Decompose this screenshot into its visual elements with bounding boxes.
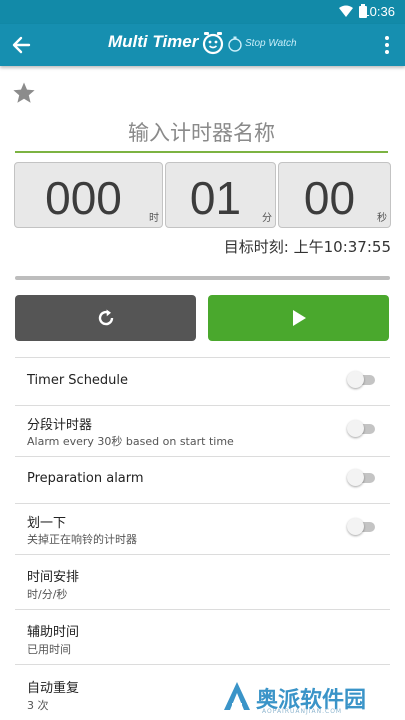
divider [15,609,390,610]
start-button[interactable] [208,295,389,341]
refresh-icon [98,309,113,326]
setting-aux-time-subtitle: 已用时间 [27,643,71,656]
seconds-value: 00 [303,172,356,224]
app-bar: Multi Timer Stop Watch [0,24,405,66]
target-time: 目标时刻: 上午10:37:55 [223,238,391,256]
divider [15,357,390,358]
divider [15,554,390,555]
hours-value: 000 [45,172,122,224]
status-bar: 10:36 [0,0,405,24]
watermark-logo-icon [224,682,250,710]
divider [15,503,390,504]
app-title: Multi Timer [108,32,199,51]
minutes-unit: 分 [262,213,272,224]
setting-swipe-subtitle: 关掉正在响铃的计时器 [27,533,137,546]
status-time: 10:36 [362,4,395,19]
setting-time-arrangement-subtitle: 时/分/秒 [27,588,68,601]
star-icon[interactable] [12,81,36,105]
setting-interval-timer-title: 分段计时器 [27,418,93,433]
swipe-toggle[interactable] [347,517,375,537]
seconds-unit: 秒 [377,213,387,224]
divider [15,456,390,457]
play-icon [292,310,306,326]
hours-display[interactable]: 000 时 [14,162,163,228]
wifi-icon [339,5,353,17]
setting-aux-time-title[interactable]: 辅助时间 [27,621,79,640]
timer-schedule-toggle[interactable] [347,370,375,390]
setting-interval-timer-subtitle: Alarm every 30秒 based on start time [27,435,234,448]
divider [15,405,390,406]
stop-watch-label[interactable]: Stop Watch [245,38,297,49]
hours-unit: 时 [149,213,159,224]
setting-auto-repeat-subtitle: 3 次 [27,699,49,712]
timer-name-input[interactable] [15,115,388,153]
progress-bar [15,276,390,280]
minutes-display[interactable]: 01 分 [165,162,276,228]
setting-swipe-title: 划一下 [27,516,67,531]
minutes-value: 01 [189,172,242,224]
reset-button[interactable] [15,295,196,341]
setting-timer-schedule-title: Timer Schedule [27,373,129,388]
setting-time-arrangement-title[interactable]: 时间安排 [27,566,79,585]
watermark: 奥派软件园 AOPAIRUANJIAN.COM [222,680,402,720]
divider [15,664,390,665]
watermark-url: AOPAIRUANJIAN.COM [262,708,343,715]
more-vert-icon[interactable] [379,34,395,56]
seconds-display[interactable]: 00 秒 [278,162,391,228]
setting-auto-repeat-title[interactable]: 自动重复 [27,677,79,696]
arrow-left-icon[interactable] [10,34,32,56]
timer-logo-icon [202,32,224,55]
interval-timer-toggle[interactable] [347,419,375,439]
stopwatch-icon [228,36,242,52]
setting-preparation-alarm-title: Preparation alarm [27,471,144,486]
preparation-alarm-toggle[interactable] [347,468,375,488]
